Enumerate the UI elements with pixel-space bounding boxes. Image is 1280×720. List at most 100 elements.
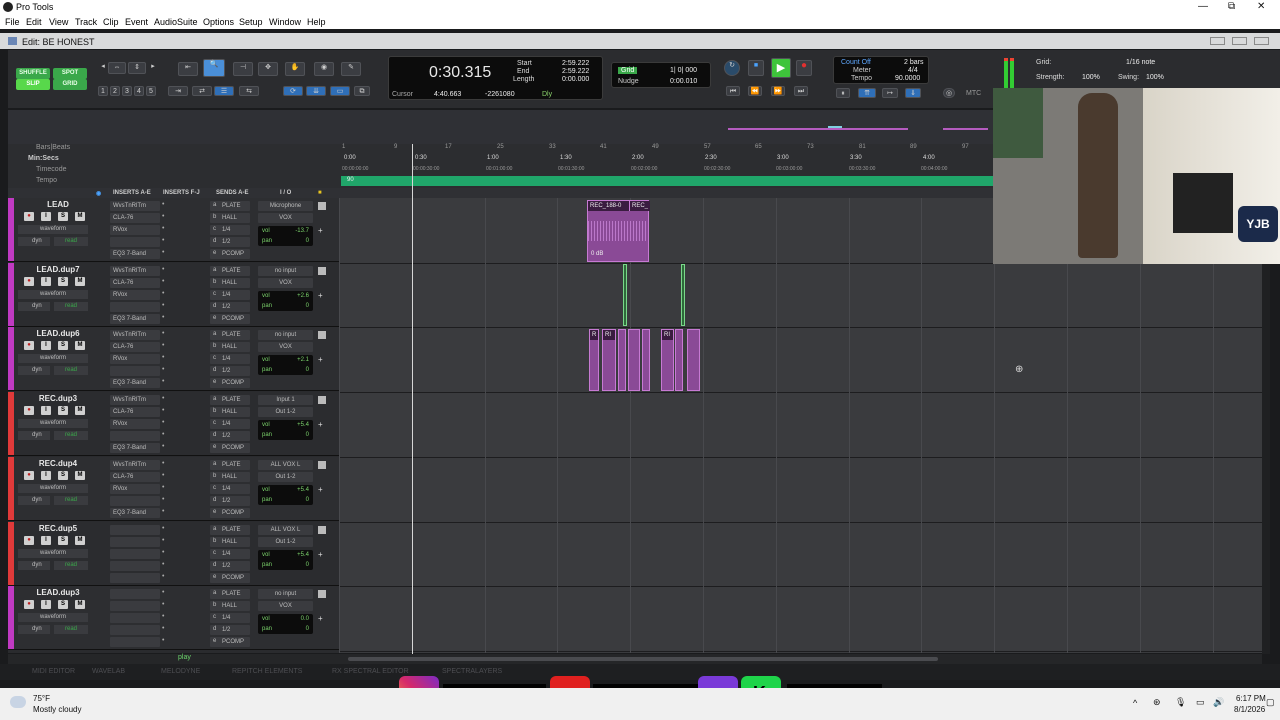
output-selector[interactable]: Out 1-2 [258,536,313,547]
mute-button[interactable]: M [75,535,85,545]
tray-volume-icon[interactable]: 🔊 [1213,697,1224,708]
automation-mode[interactable]: read [54,366,88,376]
track-output-window-icon[interactable] [318,525,326,534]
insert-fj-slot[interactable]: • [162,314,164,321]
insert-slot[interactable] [110,495,160,506]
audio-clip-small[interactable] [681,264,685,326]
insertion-follows-playback-icon[interactable]: ⟳ [283,86,303,96]
main-counter-display[interactable]: 0:30.315 Start End Length 2:59.222 2:59.… [388,56,603,100]
insert-fj-slot[interactable]: • [162,508,164,515]
audio-clip[interactable] [687,329,700,391]
insert-slot[interactable]: EQ3 7-Band [110,313,160,324]
automation-param[interactable]: dyn [18,366,50,376]
solo-button[interactable]: S [58,600,68,610]
track-view-selector[interactable]: waveform [18,289,88,299]
track-color-bar[interactable] [8,262,14,326]
track-view-selector[interactable]: waveform [18,483,88,493]
insert-slot[interactable]: RVox [110,483,160,494]
automation-mode[interactable]: read [54,301,88,311]
tempo-follow-icon[interactable]: ⇓ [905,88,921,98]
audio-clip[interactable] [642,329,650,391]
insert-slot[interactable] [110,431,160,442]
insert-slot[interactable]: CLA-76 [110,342,160,353]
doc-close-button[interactable] [1254,37,1269,45]
zoom-preset-4[interactable]: 4 [134,86,144,96]
send-slot[interactable]: 1/4 [210,419,250,430]
track-color-bar[interactable] [8,327,14,391]
track-header[interactable]: LEAD.dup7 ● I S Mwaveform dyn read WvsTnRlTm PLA… [8,262,339,327]
zoom-preset-1[interactable]: 1 [98,86,108,96]
grabber-tool-icon[interactable]: ✋ [285,62,305,76]
input-selector[interactable]: Microphone [258,201,313,211]
count-meter-tempo-display[interactable]: Count Off Meter Tempo 2 bars 4/4 90.0000 [833,56,929,84]
insert-fj-slot[interactable]: • [162,237,164,244]
track-add-icon[interactable]: + [318,226,323,235]
output-selector[interactable]: VOX [258,342,313,353]
track-header[interactable]: REC.dup3 ● I S Mwaveform dyn read WvsTnRlTm PLAT… [8,392,339,457]
insert-slot[interactable]: EQ3 7-Band [110,249,160,259]
audio-clip[interactable] [618,329,626,391]
keyboard-focus-icon[interactable]: ▭ [330,86,350,96]
insert-slot[interactable]: WvsTnRlTm [110,265,160,276]
tab-to-transients-icon[interactable]: ⇥ [168,86,188,96]
automation-mode[interactable]: read [54,431,88,441]
input-selector[interactable]: ALL VOX L [258,524,313,535]
tray-chevron-icon[interactable]: ^ [1133,698,1137,708]
record-enable-button[interactable]: ● [24,470,34,480]
record-enable-button[interactable]: ● [24,600,34,610]
automation-mode[interactable]: read [54,237,88,246]
minimize-button[interactable]: — [1198,1,1208,12]
insert-slot[interactable] [110,572,160,583]
solo-button[interactable]: S [58,406,68,416]
shuffle-mode-button[interactable]: SHUFFLE [16,68,50,79]
audio-clip-small[interactable] [623,264,627,326]
insert-fj-slot[interactable]: • [162,290,164,297]
output-selector[interactable]: Out 1-2 [258,407,313,418]
audio-clip[interactable] [675,329,683,391]
mute-button[interactable]: M [75,600,85,610]
insert-slot[interactable] [110,366,160,377]
pan-value[interactable]: 0 [306,301,309,311]
edit-tool-extra-icon[interactable]: ⧉ [354,86,370,96]
volume-pan-display[interactable]: vol -13.7 pan 0 [258,226,313,246]
insert-fj-slot[interactable]: • [162,431,164,438]
volume-pan-display[interactable]: vol +2.1 pan 0 [258,355,313,376]
input-monitor-button[interactable]: I [41,535,51,545]
volume-value[interactable]: 0.0 [301,614,309,624]
insert-fj-slot[interactable]: • [162,330,164,337]
insert-fj-slot[interactable]: • [162,225,164,232]
track-name[interactable]: LEAD [18,200,98,209]
menu-file[interactable]: File [5,17,20,27]
doc-restore-button[interactable] [1232,37,1247,45]
track-add-icon[interactable]: + [318,550,323,559]
link-timeline-icon[interactable]: ⇄ [192,86,212,96]
send-slot[interactable]: 1/4 [210,613,250,624]
insert-slot[interactable] [110,301,160,312]
grid-mode-button[interactable]: GRID [53,79,87,90]
mute-button[interactable]: M [75,341,85,351]
insert-slot[interactable]: RVox [110,289,160,300]
insert-slot[interactable] [110,589,160,600]
audio-clip[interactable]: RI [661,329,674,391]
automation-follows-edit-icon[interactable]: ⇊ [306,86,326,96]
return-to-zero-icon[interactable]: ⏮ [726,86,740,96]
tempo-ruler[interactable]: 90 [341,176,993,186]
record-enable-button[interactable]: ● [24,406,34,416]
grid-panel-value[interactable]: 1/16 note [1126,59,1155,66]
mute-button[interactable]: M [75,276,85,286]
insert-fj-slot[interactable]: • [162,407,164,414]
track-add-icon[interactable]: + [318,355,323,364]
metronome-icon[interactable]: ⏸ [836,88,850,98]
track-view-selector[interactable]: waveform [18,548,88,558]
rewind-icon[interactable]: ⏪ [748,86,762,96]
midi-merge-icon[interactable]: ⇈ [858,88,876,98]
menu-help[interactable]: Help [307,17,326,27]
insert-fj-slot[interactable]: • [162,637,164,644]
insert-fj-slot[interactable]: • [162,419,164,426]
stop-button[interactable]: ■ [748,60,764,76]
insert-fj-slot[interactable]: • [162,278,164,285]
record-enable-button[interactable]: ● [24,212,34,221]
automation-param[interactable]: dyn [18,237,50,246]
pan-value[interactable]: 0 [306,430,309,440]
track-name[interactable]: LEAD.dup7 [18,265,98,274]
